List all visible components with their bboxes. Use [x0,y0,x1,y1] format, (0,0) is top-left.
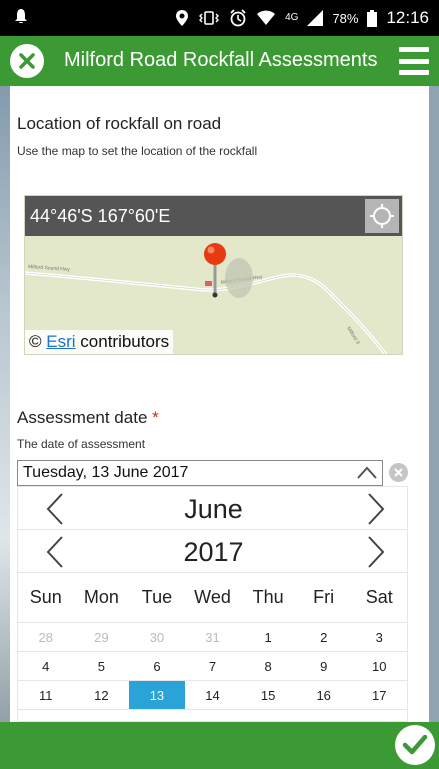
calendar-day[interactable]: 3 [351,623,407,651]
menu-icon-bar [399,58,429,64]
location-map[interactable]: 44°46'S 167°60'E Milford Sound Hwy Milfo… [24,195,403,355]
checkmark-icon [402,734,428,755]
date-value: Tuesday, 13 June 2017 [23,464,189,481]
assessment-date-label: Assessment date [17,408,148,427]
calendar-day[interactable]: 6 [129,652,185,680]
calendar-day-selected[interactable]: 13 [129,681,185,709]
notification-icon [15,9,27,24]
calendar-day[interactable]: 5 [74,652,130,680]
locate-button[interactable] [365,199,399,233]
map-attribution: © Esri contributors [25,330,174,354]
menu-icon-bar [399,70,429,75]
calendar-day[interactable]: 31 [185,623,241,651]
year-selector: 2017 [18,530,407,573]
weekday-label: Tue [141,587,173,607]
close-button[interactable] [10,44,44,78]
clear-icon [394,468,403,477]
required-marker: * [152,408,159,427]
assessment-date-subtitle: The date of assessment [17,437,146,451]
app-title: Milford Road Rockfall Assessments [64,49,378,71]
next-year-icon[interactable] [357,534,393,570]
calendar-day[interactable]: 16 [296,681,352,709]
calendar-day[interactable]: 2 [296,623,352,651]
location-icon [176,10,189,26]
close-icon [19,53,35,69]
wifi-icon [257,10,276,25]
weekday-label: Mon [83,587,119,607]
calendar-week: 28 29 30 31 1 2 3 [18,623,407,652]
calendar-day[interactable]: 29 [74,623,130,651]
calendar-day[interactable]: 7 [185,652,241,680]
weekday-label: Thu [252,587,284,607]
locate-icon [370,204,394,228]
calendar-day[interactable]: 15 [240,681,296,709]
road-label-3: Milford S [345,326,361,346]
esri-link[interactable]: Esri [46,332,75,351]
calendar-day[interactable]: 11 [18,681,74,709]
date-field[interactable]: Tuesday, 13 June 2017 [17,460,383,486]
submit-button[interactable] [395,725,435,765]
menu-button[interactable] [399,47,429,75]
weekday-label: Sun [29,587,62,607]
attribution-suffix: contributors [80,332,170,351]
calendar-day[interactable]: 14 [185,681,241,709]
vibrate-icon [199,11,220,25]
calendar-day[interactable]: 8 [240,652,296,680]
location-subtitle: Use the map to set the location of the r… [17,144,258,158]
weekday-label: Sat [365,587,393,607]
map-coordinates: 44°46'S 167°60'E [25,196,402,236]
weekday-label: Fri [313,587,335,607]
weekday-label: Wed [194,587,231,607]
month-label: June [184,494,243,524]
calendar-day[interactable]: 10 [351,652,407,680]
calendar-day[interactable]: 28 [18,623,74,651]
signal-icon [307,10,324,26]
calendar-day[interactable]: 17 [351,681,407,709]
road-label-1: Milford Sound Hwy [28,264,71,273]
next-month-icon[interactable] [357,491,393,527]
calendar-day[interactable]: 1 [240,623,296,651]
calendar-week: 11 12 13 14 15 16 17 [18,681,407,710]
calendar-week: 4 5 6 7 8 9 10 [18,652,407,681]
battery-icon [367,9,378,27]
attribution-copyright: © [29,332,42,351]
app-bar: Milford Road Rockfall Assessments [0,36,439,86]
year-label: 2017 [183,537,244,567]
battery-percent: 78% [332,10,359,26]
assessment-date-title: Assessment date * [17,408,159,428]
pin-shadow [225,258,253,298]
menu-icon [399,47,429,52]
chevron-up-icon[interactable] [356,464,378,482]
weekday-header: Sun Mon Tue Wed Thu Fri Sat [18,573,407,623]
network-type: 4G [285,12,299,23]
month-selector: June [18,487,407,530]
map-pin-icon[interactable] [203,242,227,298]
background-peek [0,0,10,769]
location-title: Location of rockfall on road [17,114,222,133]
calendar-day[interactable]: 4 [18,652,74,680]
alarm-icon [230,9,246,27]
date-picker: June 2017 Sun Mon Tue Wed Thu Fri Sat 28 [17,486,408,722]
bottom-bar [0,722,439,769]
calendar-day[interactable]: 12 [74,681,130,709]
calendar-day[interactable]: 9 [296,652,352,680]
clock: 12:16 [386,8,429,27]
status-bar: 4G 78% 12:16 [0,0,439,36]
form-content[interactable]: Location of rockfall on road Use the map… [10,86,429,722]
calendar-day[interactable]: 30 [129,623,185,651]
clear-date-button[interactable] [389,463,408,482]
